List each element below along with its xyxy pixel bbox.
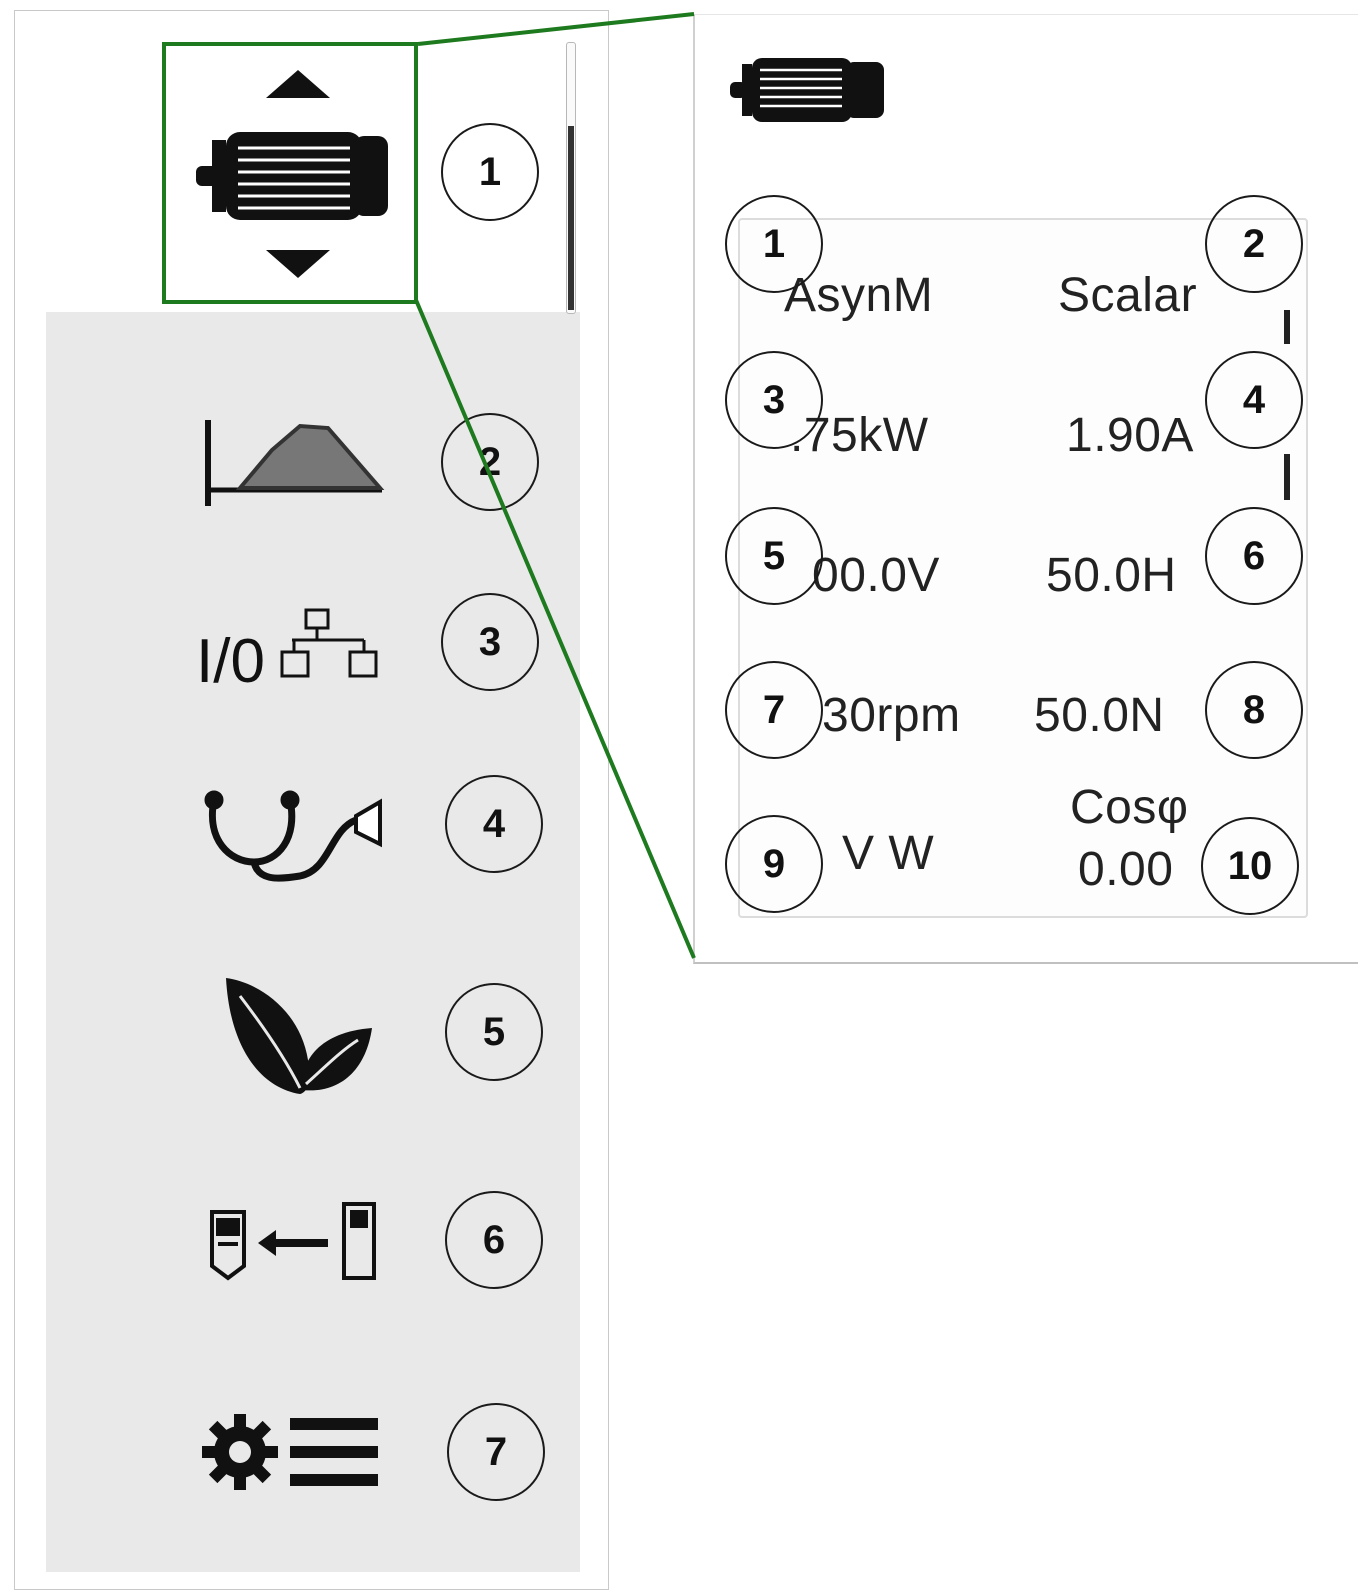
zoom-connector-lines — [414, 12, 696, 959]
